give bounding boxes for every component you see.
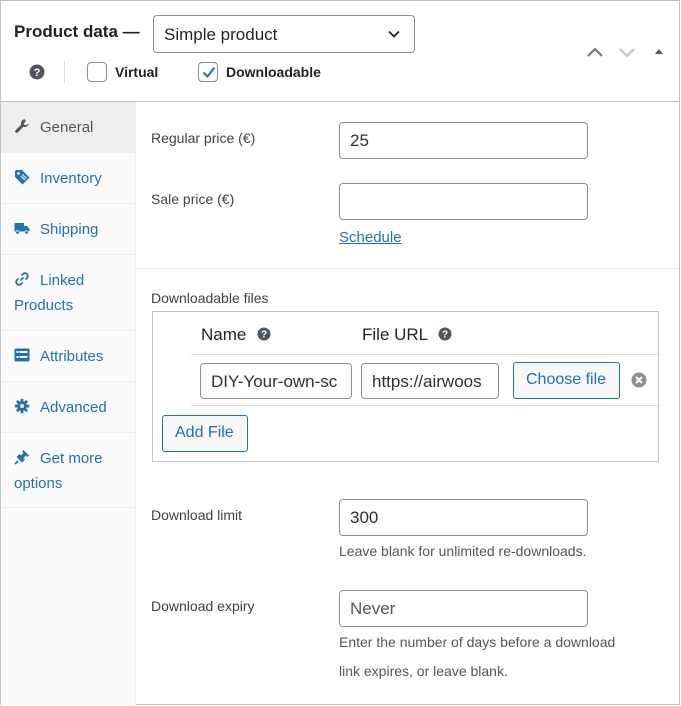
help-icon[interactable]: ?: [29, 64, 45, 80]
tab-shipping[interactable]: Shipping: [1, 204, 135, 255]
list-icon: [14, 348, 30, 362]
download-expiry-hint: Enter the number of days before a downlo…: [339, 634, 616, 679]
file-url-header-label: File URL: [362, 325, 428, 344]
tab-linked-products[interactable]: Linked Products: [1, 255, 135, 331]
help-icon[interactable]: ?: [257, 327, 271, 341]
add-file-label: Add File: [175, 424, 234, 441]
tab-general[interactable]: General: [1, 102, 135, 153]
file-name-value: DIY-Your-own-sc: [211, 372, 338, 391]
choose-file-label: Choose file: [526, 371, 607, 388]
link-icon: [15, 272, 29, 286]
tab-advanced[interactable]: Advanced: [1, 382, 135, 433]
download-limit-input[interactable]: 300: [339, 499, 588, 536]
download-limit-hint: Leave blank for unlimited re-downloads.: [339, 543, 587, 559]
downloadable-files-table: Name ? File URL ? DIY-Your-own-sc https:…: [152, 311, 659, 462]
move-down-icon[interactable]: [618, 45, 636, 59]
downloadable-label: Downloadable: [226, 64, 321, 80]
gear-icon: [14, 398, 30, 414]
name-column-header: Name ?: [201, 325, 271, 345]
panel-title: Product data —: [14, 22, 140, 41]
downloadable-checkbox[interactable]: [198, 62, 218, 82]
file-name-input[interactable]: DIY-Your-own-sc: [200, 363, 352, 399]
virtual-checkbox[interactable]: [87, 62, 107, 82]
add-file-button[interactable]: Add File: [162, 415, 248, 452]
regular-price-label: Regular price (€): [151, 130, 256, 146]
collapse-toggle-icon[interactable]: [652, 45, 666, 59]
file-url-value: https://airwoos: [372, 372, 482, 391]
product-data-panel: Product data — Simple product ? Virtual …: [0, 0, 680, 705]
checkmark-icon: [202, 66, 216, 79]
panel-header: Product data — Simple product ? Virtual …: [1, 1, 679, 102]
tab-label: Inventory: [40, 170, 102, 187]
download-limit-value: 300: [350, 508, 379, 527]
product-type-select[interactable]: Simple product: [153, 15, 415, 53]
regular-price-value: 25: [350, 131, 369, 150]
product-type-value: Simple product: [164, 25, 278, 44]
help-icon[interactable]: ?: [438, 327, 452, 341]
choose-file-button[interactable]: Choose file: [513, 362, 620, 399]
regular-price-input[interactable]: 25: [339, 122, 588, 159]
tab-get-more-options[interactable]: Get more options: [1, 433, 135, 508]
download-limit-label: Download limit: [151, 507, 243, 523]
download-expiry-label: Download expiry: [151, 598, 255, 614]
tag-icon: [15, 170, 30, 185]
svg-text:?: ?: [442, 330, 448, 341]
tab-label: General: [40, 119, 94, 136]
plugin-icon: [14, 450, 29, 465]
move-up-icon[interactable]: [586, 45, 604, 59]
tab-label: Shipping: [40, 221, 99, 238]
tab-inventory[interactable]: Inventory: [1, 153, 135, 204]
sale-price-input[interactable]: [339, 183, 588, 220]
chevron-down-icon: [388, 30, 400, 38]
general-panel: Regular price (€) 25 Sale price (€) Sche…: [137, 102, 679, 705]
svg-text:?: ?: [34, 67, 41, 79]
file-url-input[interactable]: https://airwoos: [361, 363, 499, 399]
sale-price-label: Sale price (€): [151, 191, 235, 207]
name-header-label: Name: [201, 325, 247, 344]
delete-icon[interactable]: [631, 372, 647, 388]
product-data-tabs: General Inventory Shipping Linked Produc…: [1, 102, 136, 705]
tab-label: Advanced: [40, 399, 107, 416]
tab-label: Attributes: [40, 348, 104, 365]
svg-text:?: ?: [261, 330, 267, 341]
wrench-icon: [15, 119, 29, 133]
download-expiry-input[interactable]: Never: [339, 590, 588, 627]
tab-attributes[interactable]: Attributes: [1, 331, 135, 382]
header-divider: [64, 61, 65, 83]
section-divider: [137, 268, 679, 269]
downloadable-files-label: Downloadable files: [151, 290, 269, 306]
file-url-column-header: File URL ?: [362, 325, 452, 345]
schedule-link[interactable]: Schedule: [339, 229, 402, 246]
download-expiry-placeholder: Never: [350, 599, 396, 618]
table-row: DIY-Your-own-sc https://airwoos Choose f…: [191, 354, 658, 406]
truck-icon: [14, 223, 30, 235]
virtual-label: Virtual: [115, 64, 159, 80]
